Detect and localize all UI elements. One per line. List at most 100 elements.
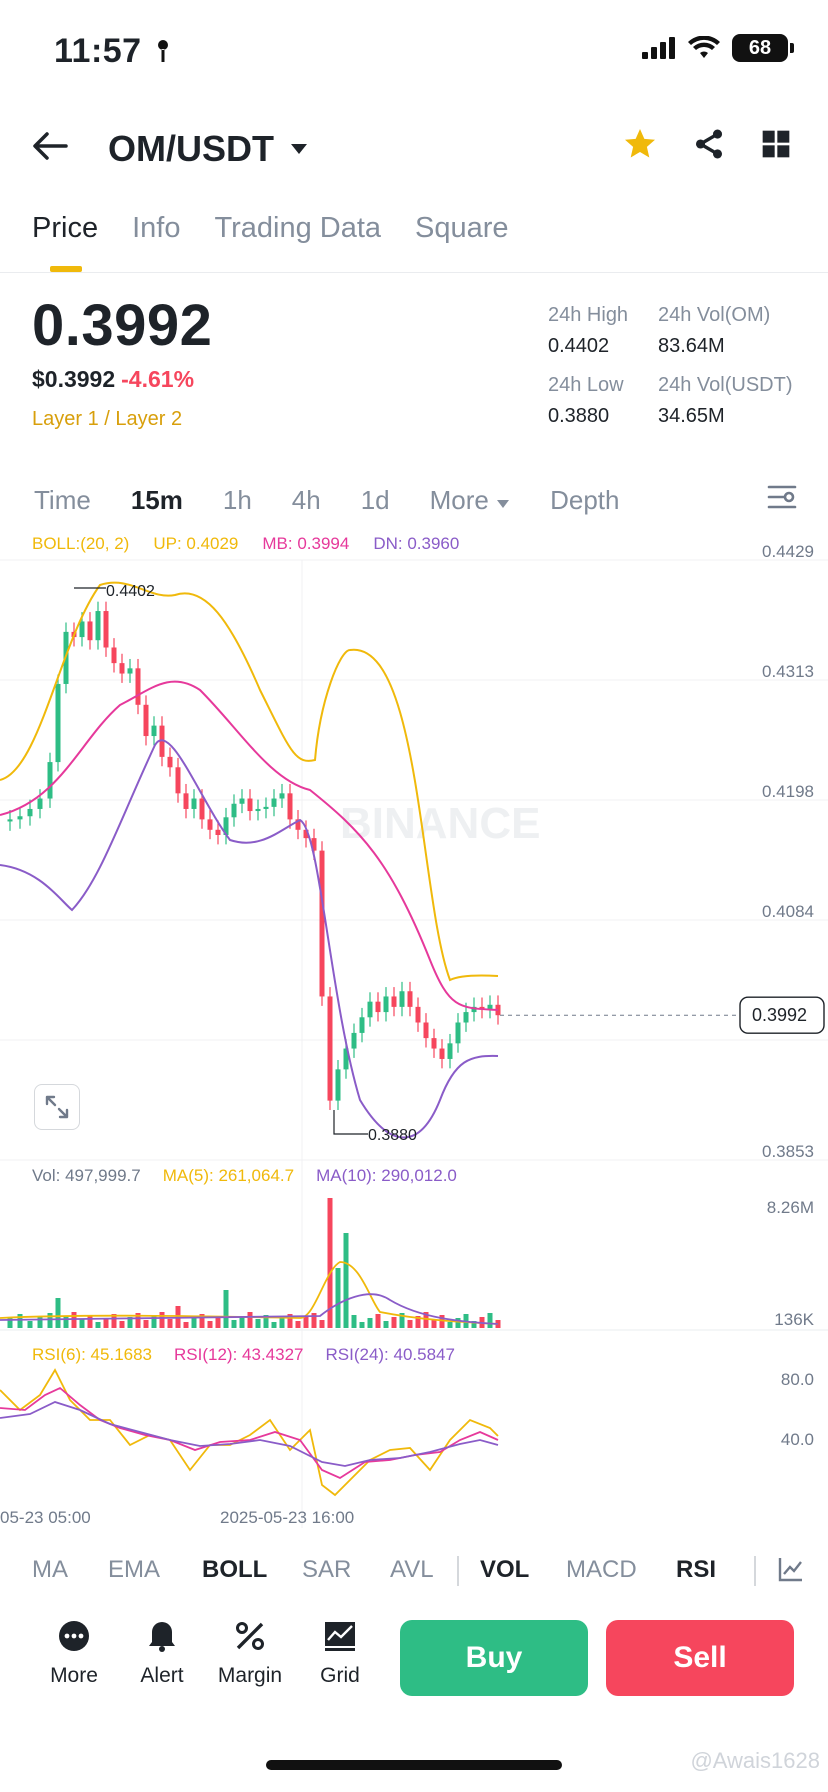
grid-layout-icon[interactable] [760,128,792,160]
volume-ma10: MA(10): 290,012.0 [316,1166,457,1185]
rsi6-line [0,1368,499,1497]
home-indicator [266,1760,562,1770]
rsi12-value: RSI(12): 43.4327 [174,1345,304,1364]
interval-1d[interactable]: 1d [361,485,390,516]
buy-button[interactable]: Buy [400,1620,588,1696]
volume-bar [119,1321,125,1328]
candle-body [391,996,397,1007]
volume-bar [487,1313,493,1328]
candle-body [287,793,293,820]
candle-body [407,991,413,1007]
candlestick-chart[interactable]: BINANCE 0.4402 0.3880 0.3992 [0,528,828,1528]
caret-down-icon [497,499,510,508]
candle-body [383,996,389,1013]
pair-selector[interactable]: OM/USDT [108,128,308,170]
volume-bar [223,1290,229,1328]
interval-1h[interactable]: 1h [223,485,252,516]
back-button[interactable] [30,126,78,170]
divider [457,1556,459,1586]
volume-bar [367,1318,373,1328]
candle-body [111,647,117,664]
category-tags[interactable]: Layer 1 / Layer 2 [32,408,182,431]
grid-bot-icon [325,1622,355,1651]
more-button[interactable]: More [34,1612,114,1688]
alert-button[interactable]: Alert [122,1612,202,1688]
chart-line-icon [778,1558,802,1582]
volume-bar [303,1317,309,1328]
volume-bar [295,1321,301,1328]
candle-body [167,756,173,768]
volume-bar [207,1321,213,1328]
low-marker-line [333,1110,368,1135]
candle-body [231,803,237,818]
indicator-sar[interactable]: SAR [302,1556,351,1584]
rsi-legend: RSI(6): 45.1683 RSI(12): 43.4327 RSI(24)… [32,1345,455,1365]
candle-body [335,1069,341,1101]
candle-body [327,996,333,1101]
rsi6-value: RSI(6): 45.1683 [32,1345,153,1364]
volume-ma5: MA(5): 261,064.7 [162,1166,295,1185]
volume-bar [447,1322,453,1328]
candle-body [119,663,125,674]
volume-bar [391,1317,397,1328]
candle-body [271,798,277,807]
indicator-rsi[interactable]: RSI [676,1556,716,1584]
caret-down-icon [291,144,307,154]
chart-settings-button[interactable] [766,482,798,517]
grid-button[interactable]: Grid [300,1612,380,1688]
candle-body [37,798,43,809]
tab-square[interactable]: Square [415,212,509,245]
boll-dn: DN: 0.3960 [373,534,460,553]
volume-bar [47,1313,53,1328]
share-icon[interactable] [692,127,726,161]
indicator-ema[interactable]: EMA [108,1556,160,1584]
volume-bar [343,1233,349,1328]
battery-icon: 68 [732,34,794,62]
price-axis-label: 0.4084 [762,902,814,921]
low-annotation: 0.3880 [368,1127,417,1144]
price-axis-label: 0.4198 [762,782,814,801]
volume-bar [383,1321,389,1328]
volume-bar [215,1317,221,1328]
volume-bar [55,1298,61,1328]
indicator-vol[interactable]: VOL [480,1556,529,1584]
candle-body [375,1001,381,1013]
candle-body [79,621,85,638]
percent-icon [236,1622,264,1650]
volume-bar [247,1312,253,1328]
star-icon[interactable] [622,126,658,162]
candle-body [319,850,325,997]
indicator-settings-button[interactable] [776,1554,806,1591]
main-tabs: Price Info Trading Data Square [32,212,509,245]
candle-body [95,611,101,641]
expand-icon [45,1095,69,1119]
tab-price[interactable]: Price [32,212,98,245]
candle-body [263,806,269,809]
interval-depth[interactable]: Depth [550,485,619,516]
indicator-macd[interactable]: MACD [566,1556,637,1584]
indicator-boll[interactable]: BOLL [202,1556,267,1584]
location-icon [157,40,168,62]
interval-more[interactable]: More [430,485,510,516]
high-annotation: 0.4402 [106,583,155,600]
price-axis-label: 0.4429 [762,542,814,561]
interval-4h[interactable]: 4h [292,485,321,516]
boll-legend: BOLL:(20, 2) UP: 0.4029 MB: 0.3994 DN: 0… [32,534,459,554]
tab-info[interactable]: Info [132,212,180,245]
tab-trading-data[interactable]: Trading Data [214,212,381,245]
fullscreen-button[interactable] [34,1084,80,1130]
volume-bar [319,1320,325,1328]
indicator-avl[interactable]: AVL [390,1556,434,1584]
candle-body [87,621,93,641]
margin-button[interactable]: Margin [210,1612,290,1688]
indicator-ma[interactable]: MA [32,1556,68,1584]
volume-bar [271,1322,277,1328]
interval-time[interactable]: Time [34,485,91,516]
stat-24h-high: 24h High 0.4402 [548,304,629,357]
sell-button[interactable]: Sell [606,1620,794,1696]
candle-body [255,808,261,812]
volume-bar [27,1321,33,1328]
volume-bar [231,1320,237,1328]
pair-title: OM/USDT [108,128,274,169]
interval-15m[interactable]: 15m [131,485,183,516]
